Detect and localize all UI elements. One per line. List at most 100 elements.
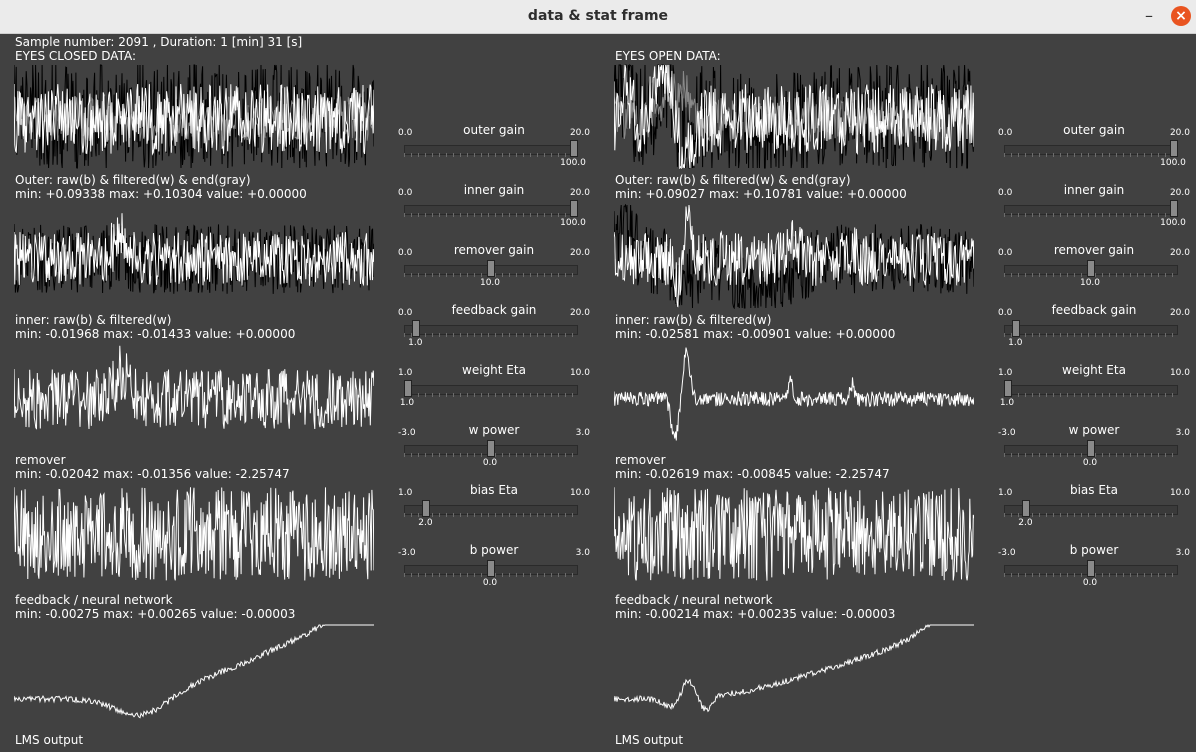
waveform-line	[614, 487, 974, 581]
slider-inner-gain[interactable]: 0.0 20.0 inner gain 100.0	[398, 180, 590, 234]
slider-ticks	[1004, 333, 1176, 337]
close-button[interactable]: ×	[1171, 6, 1191, 26]
slider-handle[interactable]	[1087, 260, 1095, 277]
slider-handle[interactable]	[1170, 200, 1178, 217]
slider-ticks	[1004, 153, 1176, 157]
slider-value: 100.0	[1160, 158, 1186, 168]
slider-label: outer gain	[463, 123, 525, 137]
window-title: data & stat frame	[527, 8, 669, 24]
waveform-line	[614, 624, 974, 713]
minimize-button[interactable]: –	[1140, 7, 1158, 25]
plot-stats: min: -0.00275 max: +0.00265 value: -0.00…	[15, 607, 296, 621]
slider-ticks	[1004, 393, 1176, 397]
slider-value: 1.0	[1008, 338, 1023, 348]
slider-handle[interactable]	[412, 320, 421, 337]
slider-label: weight Eta	[1062, 363, 1126, 377]
slider-value: 0.0	[1082, 458, 1098, 468]
plot-closed-outer	[14, 64, 374, 169]
slider-remover-gain[interactable]: 0.0 20.0 remover gain 10.0	[998, 240, 1190, 294]
slider-w-power[interactable]: -3.0 3.0 w power 0.0	[998, 420, 1190, 474]
slider-weight-eta[interactable]: 1.0 10.0 weight Eta 1.0	[398, 360, 590, 414]
slider-value: 1.0	[399, 398, 415, 408]
plot-stats: min: -0.02619 max: -0.00845 value: -2.25…	[615, 467, 890, 481]
plot-label: inner: raw(b) & filtered(w)	[15, 313, 172, 327]
slider-value: 2.0	[1018, 518, 1033, 528]
minimize-icon: –	[1145, 6, 1153, 25]
plot-label: Outer: raw(b) & filtered(w) & end(gray)	[15, 173, 251, 187]
slider-label: outer gain	[1063, 123, 1125, 137]
plot-stats: min: -0.02042 max: -0.01356 value: -2.25…	[15, 467, 290, 481]
slider-handle[interactable]	[1087, 440, 1095, 457]
slider-handle[interactable]	[487, 260, 495, 277]
slider-ticks	[404, 213, 576, 217]
waveform-line	[14, 624, 374, 719]
slider-value: 1.0	[408, 338, 423, 348]
plot-label: inner: raw(b) & filtered(w)	[615, 313, 772, 327]
slider-handle[interactable]	[570, 140, 578, 157]
slider-handle[interactable]	[1170, 140, 1178, 157]
slider-feedback-gain[interactable]: 0.0 20.0 feedback gain 1.0	[398, 300, 590, 354]
plot-label: LMS output	[15, 733, 84, 747]
slider-label: w power	[1068, 423, 1120, 437]
slider-handle[interactable]	[487, 560, 495, 577]
slider-value: 10.0	[1079, 278, 1101, 288]
slider-handle[interactable]	[1022, 500, 1031, 517]
slider-feedback-gain[interactable]: 0.0 20.0 feedback gain 1.0	[998, 300, 1190, 354]
slider-value: 100.0	[560, 158, 586, 168]
slider-weight-eta[interactable]: 1.0 10.0 weight Eta 1.0	[998, 360, 1190, 414]
plot-open-lms	[614, 624, 974, 729]
plot-open-remover	[614, 344, 974, 449]
waveform-line	[14, 487, 374, 581]
slider-ticks	[404, 153, 576, 157]
plot-label: remover	[615, 453, 666, 467]
slider-ticks	[404, 393, 576, 397]
slider-label: w power	[468, 423, 520, 437]
slider-label: weight Eta	[462, 363, 526, 377]
slider-label: remover gain	[1053, 243, 1135, 257]
plot-closed-remover	[14, 344, 374, 449]
slider-handle[interactable]	[570, 200, 578, 217]
plot-stats: min: -0.01968 max: -0.01433 value: +0.00…	[15, 327, 296, 341]
plot-stats: min: -0.02581 max: -0.00901 value: +0.00…	[615, 327, 896, 341]
plot-label: LMS output	[615, 733, 684, 747]
plot-open-feedback	[614, 484, 974, 589]
slider-w-power[interactable]: -3.0 3.0 w power 0.0	[398, 420, 590, 474]
plot-closed-inner	[14, 204, 374, 309]
slider-bias-eta[interactable]: 1.0 10.0 bias Eta 2.0	[398, 480, 590, 534]
slider-label: remover gain	[453, 243, 535, 257]
slider-label: feedback gain	[451, 303, 537, 317]
slider-remover-gain[interactable]: 0.0 20.0 remover gain 10.0	[398, 240, 590, 294]
slider-handle[interactable]	[422, 500, 431, 517]
slider-handle[interactable]	[404, 380, 412, 397]
plot-stats: min: -0.00214 max: +0.00235 value: -0.00…	[615, 607, 896, 621]
plot-stats: min: +0.09338 max: +0.10304 value: +0.00…	[15, 187, 307, 201]
slider-label: bias Eta	[1069, 483, 1118, 497]
slider-label: inner gain	[463, 183, 525, 197]
slider-label: feedback gain	[1051, 303, 1137, 317]
slider-value: 10.0	[479, 278, 501, 288]
plot-closed-lms	[14, 624, 374, 729]
slider-label: b power	[469, 543, 519, 557]
slider-ticks	[1004, 213, 1176, 217]
slider-inner-gain[interactable]: 0.0 20.0 inner gain 100.0	[998, 180, 1190, 234]
slider-value: 100.0	[1160, 218, 1186, 228]
panel-heading-closed: EYES CLOSED DATA:	[15, 49, 137, 63]
panel-heading-open: EYES OPEN DATA:	[615, 49, 721, 63]
slider-b-power[interactable]: -3.0 3.0 b power 0.0	[998, 540, 1190, 594]
slider-value: 2.0	[418, 518, 433, 528]
slider-handle[interactable]	[1012, 320, 1021, 337]
slider-b-power[interactable]: -3.0 3.0 b power 0.0	[398, 540, 590, 594]
slider-value: 0.0	[482, 458, 498, 468]
slider-outer-gain[interactable]: 0.0 20.0 outer gain 100.0	[398, 120, 590, 174]
slider-handle[interactable]	[487, 440, 495, 457]
sample-info: Sample number: 2091 , Duration: 1 [min] …	[15, 35, 303, 49]
slider-handle[interactable]	[1087, 560, 1095, 577]
slider-value: 1.0	[999, 398, 1015, 408]
slider-ticks	[404, 333, 576, 337]
slider-label: inner gain	[1063, 183, 1125, 197]
plot-label: remover	[15, 453, 66, 467]
slider-outer-gain[interactable]: 0.0 20.0 outer gain 100.0	[998, 120, 1190, 174]
slider-handle[interactable]	[1004, 380, 1012, 397]
slider-bias-eta[interactable]: 1.0 10.0 bias Eta 2.0	[998, 480, 1190, 534]
slider-label: b power	[1069, 543, 1119, 557]
